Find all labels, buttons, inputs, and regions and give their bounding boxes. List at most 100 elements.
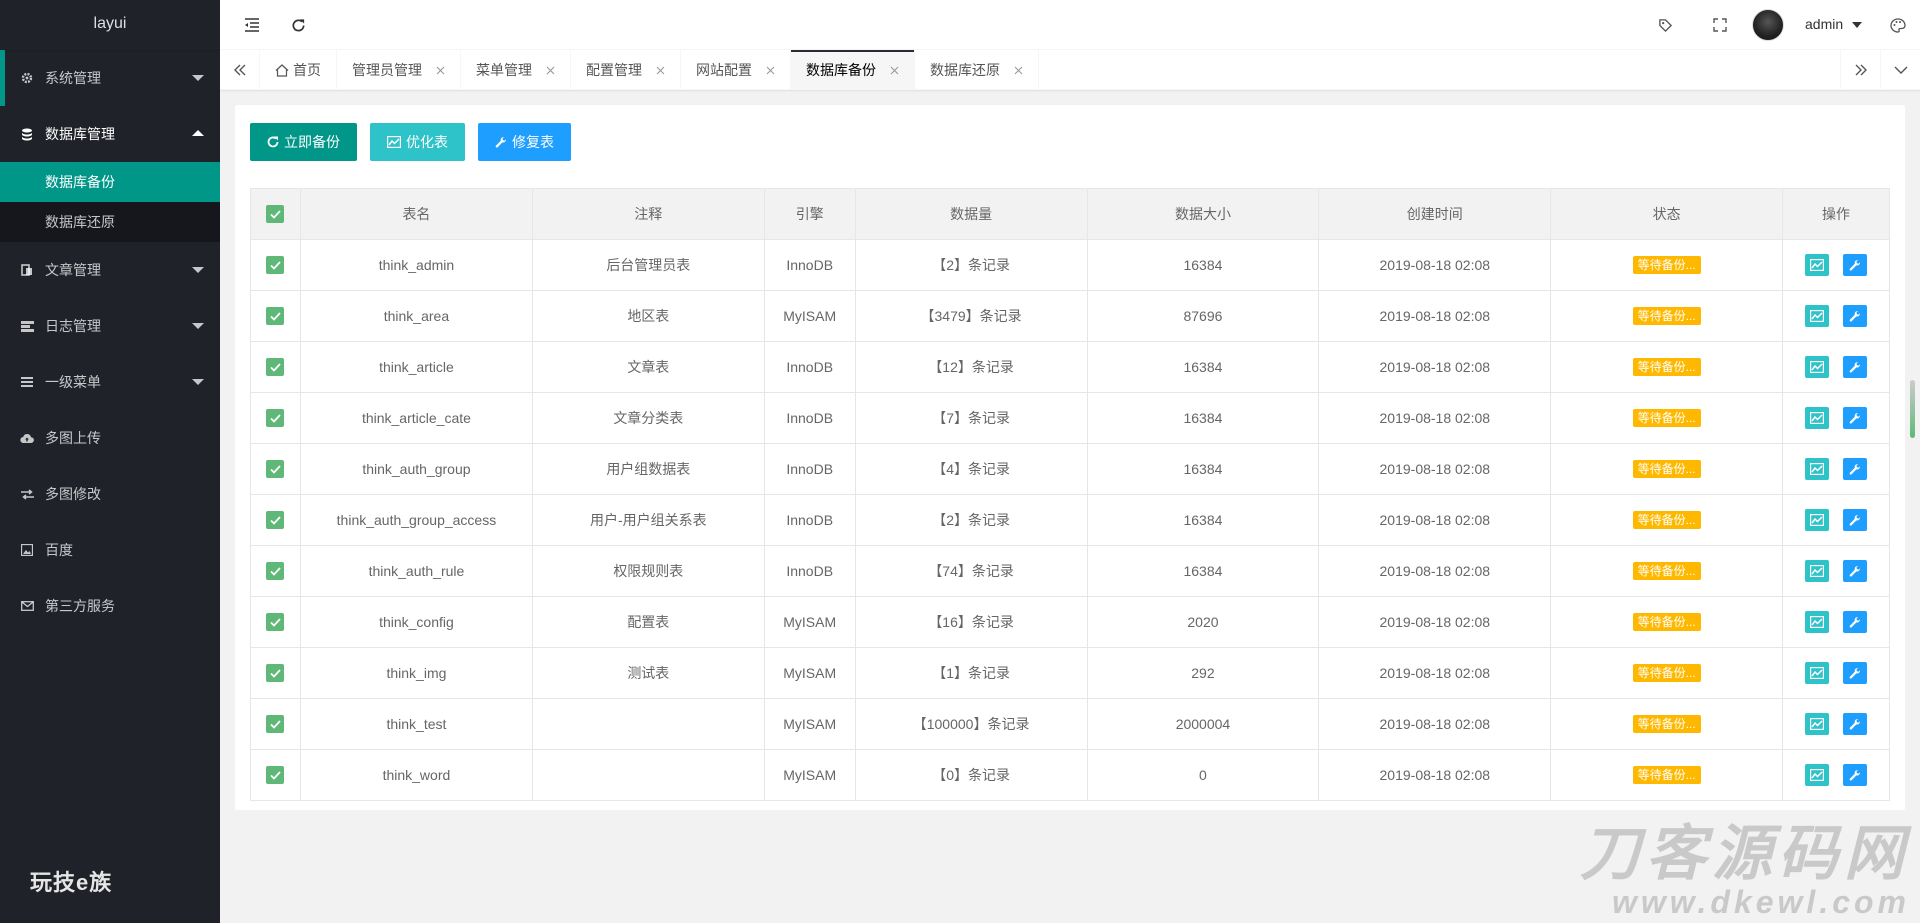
row-checkbox[interactable] [266,766,285,785]
sidebar-item-label: 系统管理 [45,70,101,86]
row-checkbox[interactable] [266,715,285,734]
row-optimize-button[interactable] [1805,458,1830,480]
row-repair-button[interactable] [1842,713,1867,735]
column-header[interactable]: 注释 [531,188,765,240]
row-optimize-button[interactable] [1805,560,1830,582]
engine-cell: MyISAM [763,647,856,699]
column-header[interactable]: 状态 [1550,188,1784,240]
column-header[interactable]: 表名 [299,188,533,240]
row-checkbox[interactable] [266,562,285,581]
column-header[interactable]: 引擎 [763,188,856,240]
row-checkbox[interactable] [266,460,285,479]
tabs-scroll-right-button[interactable] [1840,50,1880,90]
row-optimize-button[interactable] [1805,407,1830,429]
row-optimize-button[interactable] [1805,254,1830,276]
tab-config-management[interactable]: 配置管理 [571,50,681,90]
close-icon[interactable] [656,66,665,75]
row-optimize-button[interactable] [1805,356,1830,378]
row-repair-button[interactable] [1842,662,1867,684]
table-row[interactable]: think_word MyISAM 【0】条记录 0 2019-08-18 02… [250,749,1890,801]
optimize-table-button[interactable]: 优化表 [370,123,465,161]
column-header[interactable]: 数据量 [854,188,1088,240]
backup-now-button[interactable]: 立即备份 [250,123,357,161]
sidebar-item-multi-edit[interactable]: 多图修改 [0,466,220,522]
row-repair-button[interactable] [1842,509,1867,531]
created-time-cell: 2019-08-18 02:08 [1318,545,1552,597]
select-all-checkbox[interactable] [266,205,285,224]
row-checkbox[interactable] [266,409,285,428]
table-row[interactable]: think_auth_rule 权限规则表 InnoDB 【74】条记录 163… [250,545,1890,597]
row-repair-button[interactable] [1842,254,1867,276]
tag-icon[interactable] [1655,15,1675,35]
row-checkbox[interactable] [266,613,285,632]
column-header[interactable]: 数据大小 [1086,188,1320,240]
sidebar-item-baidu[interactable]: 百度 [0,522,220,578]
column-header[interactable]: 创建时间 [1318,188,1552,240]
actions-cell [1782,749,1890,801]
row-repair-button[interactable] [1842,458,1867,480]
fullscreen-icon[interactable] [1710,15,1730,35]
tab-admin-management[interactable]: 管理员管理 [337,50,461,90]
sidebar-item-articles[interactable]: 文章管理 [0,242,220,298]
table-row[interactable]: think_article_cate 文章分类表 InnoDB 【7】条记录 1… [250,392,1890,444]
repair-table-button[interactable]: 修复表 [478,123,571,161]
close-icon[interactable] [436,66,445,75]
status-cell: 等待备份... [1550,545,1784,597]
row-checkbox[interactable] [266,511,285,530]
logo[interactable]: layui [0,0,220,50]
sidebar-subitem-db-backup[interactable]: 数据库备份 [0,162,220,202]
table-row[interactable]: think_img 测试表 MyISAM 【1】条记录 292 2019-08-… [250,647,1890,699]
sidebar-item-level1-menu[interactable]: 一级菜单 [0,354,220,410]
avatar[interactable] [1752,9,1784,41]
tab-label: 菜单管理 [476,62,532,78]
table-row[interactable]: think_config 配置表 MyISAM 【16】条记录 2020 201… [250,596,1890,648]
palette-icon[interactable] [1888,15,1908,35]
sidebar-subitem-db-restore[interactable]: 数据库还原 [0,202,220,242]
picture-icon [20,543,34,557]
close-icon[interactable] [890,66,899,75]
table-row[interactable]: think_test MyISAM 【100000】条记录 2000004 20… [250,698,1890,750]
vertical-scrollbar[interactable] [1910,380,1915,438]
row-checkbox[interactable] [266,358,285,377]
close-icon[interactable] [766,66,775,75]
close-icon[interactable] [546,66,555,75]
sidebar-toggle-icon[interactable] [242,15,262,35]
tab-site-config[interactable]: 网站配置 [681,50,791,90]
sidebar-item-system[interactable]: 系统管理 [0,50,220,106]
table-row[interactable]: think_auth_group_access 用户-用户组关系表 InnoDB… [250,494,1890,546]
row-repair-button[interactable] [1842,305,1867,327]
row-optimize-button[interactable] [1805,509,1830,531]
chevron-down-icon [192,323,204,329]
sidebar-item-multi-upload[interactable]: 多图上传 [0,410,220,466]
row-checkbox[interactable] [266,256,285,275]
row-repair-button[interactable] [1842,560,1867,582]
sidebar-item-logs[interactable]: 日志管理 [0,298,220,354]
row-optimize-button[interactable] [1805,713,1830,735]
row-optimize-button[interactable] [1805,662,1830,684]
table-row[interactable]: think_auth_group 用户组数据表 InnoDB 【4】条记录 16… [250,443,1890,495]
row-repair-button[interactable] [1842,764,1867,786]
row-repair-button[interactable] [1842,611,1867,633]
table-row[interactable]: think_admin 后台管理员表 InnoDB 【2】条记录 16384 2… [250,239,1890,291]
table-row[interactable]: think_area 地区表 MyISAM 【3479】条记录 87696 20… [250,290,1890,342]
row-optimize-button[interactable] [1805,764,1830,786]
tab-db-restore[interactable]: 数据库还原 [915,50,1039,90]
row-checkbox[interactable] [266,664,285,683]
tabs-menu-button[interactable] [1880,50,1920,90]
tab-db-backup[interactable]: 数据库备份 [791,50,915,90]
close-icon[interactable] [1014,66,1023,75]
row-checkbox[interactable] [266,307,285,326]
sidebar-item-third-party[interactable]: 第三方服务 [0,578,220,634]
row-optimize-button[interactable] [1805,305,1830,327]
chevron-down-icon[interactable] [1852,22,1862,28]
row-repair-button[interactable] [1842,356,1867,378]
sidebar-item-database[interactable]: 数据库管理 [0,106,220,162]
tab-menu-management[interactable]: 菜单管理 [461,50,571,90]
tab-home[interactable]: 首页 [260,50,337,90]
tabs-scroll-left-button[interactable] [220,50,260,90]
username[interactable]: admin [1805,16,1843,32]
row-optimize-button[interactable] [1805,611,1830,633]
row-repair-button[interactable] [1842,407,1867,429]
refresh-icon[interactable] [288,15,308,35]
table-row[interactable]: think_article 文章表 InnoDB 【12】条记录 16384 2… [250,341,1890,393]
